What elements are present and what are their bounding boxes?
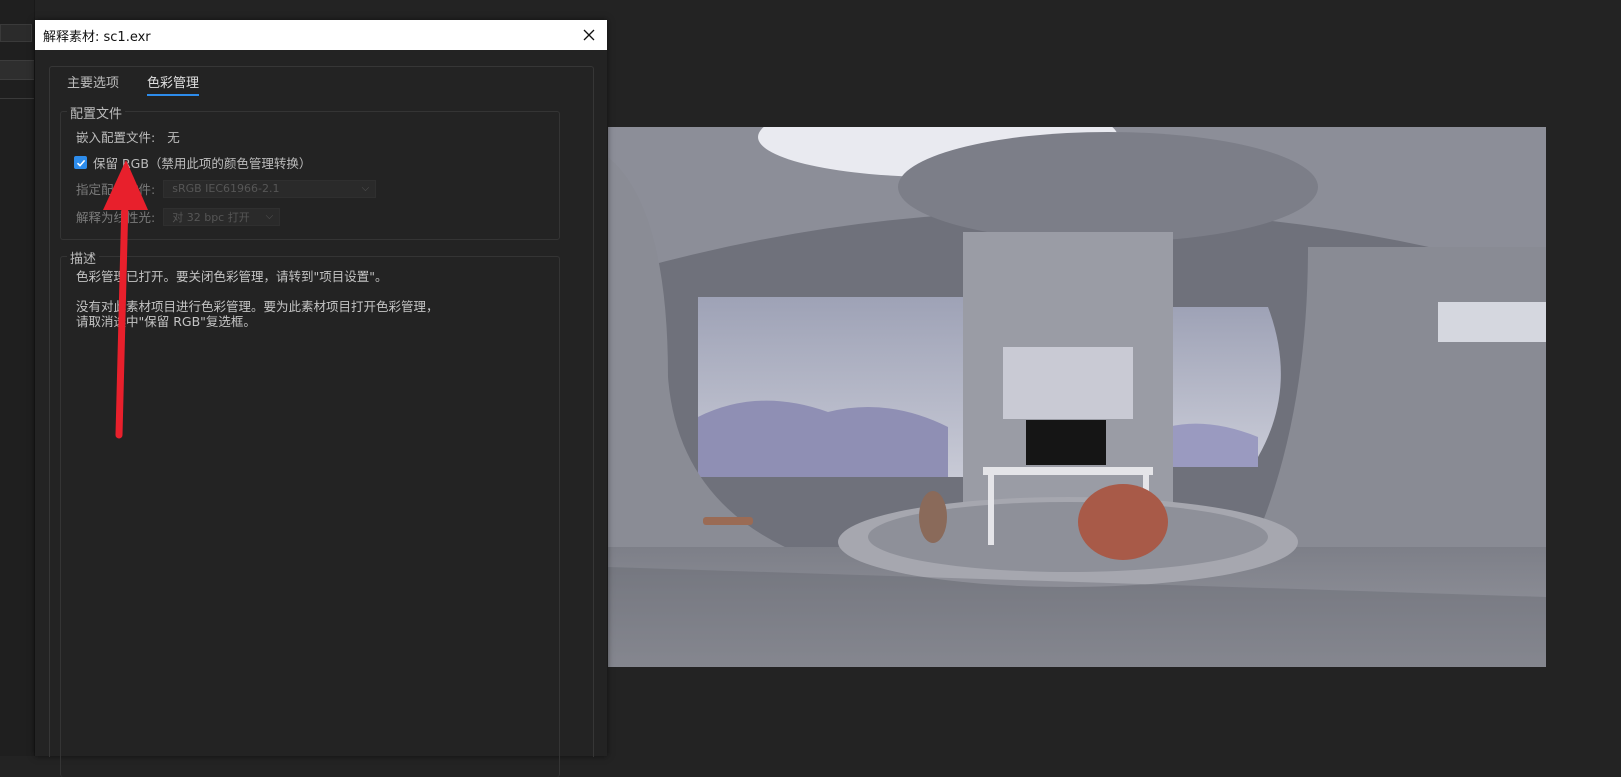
app-left-panel xyxy=(0,0,35,756)
panel-divider xyxy=(0,98,34,99)
dialog-title: 解释素材: sc1.exr xyxy=(43,29,151,45)
description-line-3: 请取消选中"保留 RGB"复选框。 xyxy=(76,314,256,329)
chevron-down-icon: ⌵ xyxy=(265,210,274,222)
panel-control-bar[interactable] xyxy=(0,60,34,80)
tab-color-management[interactable]: 色彩管理 xyxy=(147,72,200,96)
preserve-rgb-checkbox[interactable] xyxy=(74,156,87,169)
embedded-profile-row: 嵌入配置文件: 无 xyxy=(76,127,180,146)
interpret-linear-value: 对 32 bpc 打开 xyxy=(172,210,250,224)
interpret-linear-row: 解释为线性光: 对 32 bpc 打开 ⌵ xyxy=(76,207,281,226)
dialog-titlebar: 解释素材: sc1.exr xyxy=(35,20,607,50)
close-icon[interactable] xyxy=(577,23,601,47)
checkmark-icon xyxy=(76,159,85,167)
tab-bar: 主要选项 色彩管理 xyxy=(67,72,200,96)
interpret-footage-dialog: 解释素材: sc1.exr 主要选项 色彩管理 配置文件 嵌入配置文件: 无 保… xyxy=(35,20,607,777)
assign-profile-row: 指定配置文件: sRGB IEC61966-2.1 ⌵ xyxy=(76,179,377,198)
interpret-linear-select[interactable]: 对 32 bpc 打开 ⌵ xyxy=(163,207,281,226)
dialog-content: 主要选项 色彩管理 配置文件 嵌入配置文件: 无 保留 RGB（禁用此项的颜色管… xyxy=(49,66,594,777)
tab-main-options[interactable]: 主要选项 xyxy=(67,72,119,96)
assign-profile-select[interactable]: sRGB IEC61966-2.1 ⌵ xyxy=(163,179,377,198)
description-line-2: 没有对此素材项目进行色彩管理。要为此素材项目打开色彩管理， xyxy=(76,299,439,314)
description-line-1: 色彩管理已打开。要关闭色彩管理，请转到"项目设置"。 xyxy=(76,269,388,284)
chevron-down-icon: ⌵ xyxy=(361,182,370,194)
assign-profile-label: 指定配置文件: xyxy=(76,182,156,197)
preserve-rgb-row[interactable]: 保留 RGB（禁用此项的颜色管理转换） xyxy=(74,153,311,172)
description-group: 描述 色彩管理已打开。要关闭色彩管理，请转到"项目设置"。 没有对此素材项目进行… xyxy=(60,248,560,777)
interpret-linear-label: 解释为线性光: xyxy=(76,210,156,225)
embedded-profile-value: 无 xyxy=(167,130,180,145)
embedded-profile-label: 嵌入配置文件: xyxy=(76,130,156,145)
description-group-title: 描述 xyxy=(67,248,100,267)
composition-viewer-image xyxy=(608,127,1546,667)
preserve-rgb-label[interactable]: 保留 RGB（禁用此项的颜色管理转换） xyxy=(93,153,311,172)
profile-group-title: 配置文件 xyxy=(67,103,126,122)
assign-profile-value: sRGB IEC61966-2.1 xyxy=(172,182,280,195)
panel-control[interactable] xyxy=(0,24,32,42)
profile-group: 配置文件 嵌入配置文件: 无 保留 RGB（禁用此项的颜色管理转换） 指定配置文… xyxy=(60,103,560,240)
